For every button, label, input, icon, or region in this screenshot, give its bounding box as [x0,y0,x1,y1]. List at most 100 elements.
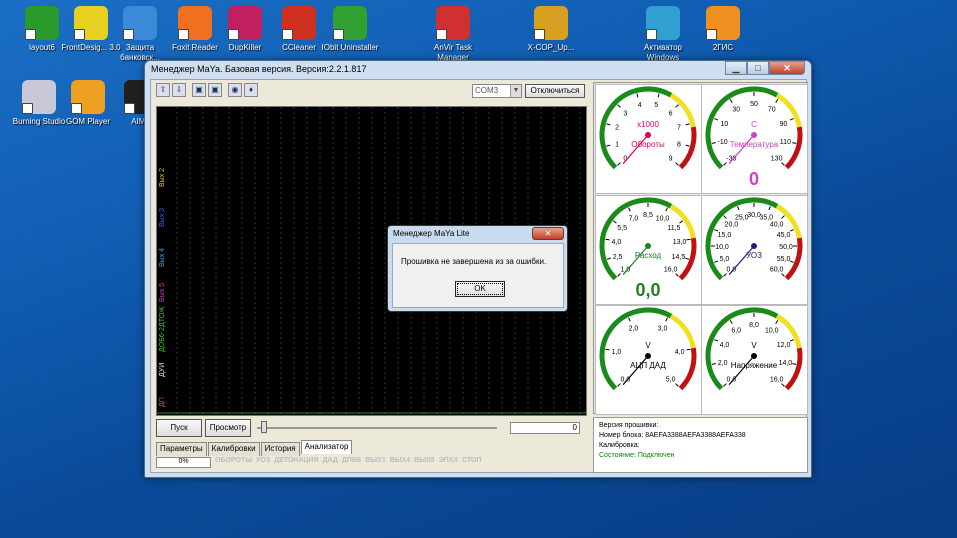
gauge-tick [711,142,716,144]
start-button[interactable]: Пуск [156,419,202,437]
gauge-tick-label: 7,0 [629,215,639,222]
status-indicator: СТОП [462,457,482,464]
gauge-arc [705,86,779,170]
channel-label: Вых 5 [159,282,166,302]
gauge-tick [737,206,740,211]
tab-2[interactable]: История [260,442,300,456]
desktop-icon[interactable]: X-COP_Up... [518,6,584,53]
gauge-tick-label: 5,0 [666,377,676,384]
maximize-button[interactable]: □ [747,61,769,75]
seek-slider[interactable] [257,427,497,429]
desktop-icon[interactable]: IObit Uninstaller [317,6,383,53]
gauge-tick-label: 7 [677,125,681,132]
gauge-tick [617,383,621,387]
gauge-tick [685,144,690,147]
gauge-tick [789,260,794,263]
app-icon [646,6,680,40]
gauge-tick [686,348,691,351]
gauge-tick [723,273,727,277]
gauge-tick-label: 5,0 [720,256,730,263]
gauge-tick-label: 8 [677,141,681,148]
error-dialog: Менеджер MaYa Lite ✕ Прошивка не заверше… [387,225,568,312]
gauge-dad: 0,0 1,0 2,0 3,0 4,0 5,0 АЦП ДАД V [595,305,702,415]
gauge-tick-label: 6,0 [731,327,741,334]
progress-bar: 0% [156,457,211,468]
save-icon[interactable]: ⇩ [172,83,186,97]
tab-3[interactable]: Анализатор [300,440,353,454]
gauge-unit: С [751,120,757,129]
gauge-flow: 1,0 2,5 4,0 5,5 7,0 8,5 10,0 11,5 13,0 14,5 16,0 Ра… [595,195,702,305]
status-indicator: ВЫХ1 [365,457,386,464]
disk-icon[interactable]: ▣ [192,83,206,97]
desktop-icon[interactable]: 2ГИС [690,6,756,53]
view-button[interactable]: Просмотр [205,419,251,437]
gauge-tick-label: 16,0 [770,377,784,384]
tab-strip: Параметры Калибровки История Анализатор [156,440,353,456]
gauge-tick [729,319,733,324]
status-bar: 0% ОБОРОТЫ УОЗ ДЕТОНАЦИЯ ДАД ДПКВ ВЫХ1 ВЫХ4 ВЫХ… [156,457,586,469]
com-port-select[interactable]: COM3 ▼ [472,84,522,98]
gauge-tick-label: 1 [615,141,619,148]
gauge-tick [685,123,690,126]
gauge-tick [775,98,779,103]
gauges-panel: 0 1 2 3 4 5 6 7 8 9 Обороты x1000 -30 -10 10 30 50 70 90 11… [593,82,808,415]
channel-label: ДУИ [159,362,166,377]
desktop-icon-label: X-COP_Up... [527,43,575,52]
gauge-tick [768,206,771,211]
channel-label: ДОБ6-2 [159,327,166,352]
chevron-down-icon[interactable]: ▼ [510,85,521,97]
gauge-tick-label: 11,5 [667,225,680,232]
gauge-tick-label: 10,0 [715,244,729,251]
block-number: Номер блока: 8AEFA3388AEFA3388AEFA338 [599,432,746,439]
app-icon [282,6,316,40]
gauge-tick [665,317,668,322]
ok-button[interactable]: OK [455,281,505,297]
dialog-close-button[interactable]: ✕ [532,227,564,240]
tab-1[interactable]: Калибровки [207,442,260,456]
globe-icon[interactable]: ◉ [228,83,242,97]
minimize-button[interactable]: ▁ [725,61,747,75]
gauge-tick-label: 130 [771,156,783,163]
gauge-tick-label: 4 [638,102,642,109]
gauge-tick [617,273,621,277]
gauge-label: Расход [635,251,662,260]
desktop-icon[interactable]: Активатор Windows [630,6,696,63]
disconnect-button[interactable]: Отключиться [525,84,585,98]
status-indicator: ДПКВ [341,457,362,464]
seek-slider-thumb[interactable] [261,421,267,433]
gauge-tick-label: 15,0 [718,232,732,239]
gauge-unit: V [751,341,757,350]
flash-icon[interactable]: ♦ [244,83,258,97]
gauge-tick [789,229,794,232]
app-icon [123,6,157,40]
channel-label: Вых 4 [159,247,166,267]
gauge-tick-label: 4,0 [720,342,730,349]
gauge-tick-label: 10 [721,121,729,128]
calibration: Калибровка: [599,442,640,449]
gauge-tick [729,98,733,103]
gauge-tick-label: 2,0 [718,360,728,367]
channel-label: ДП [159,397,166,407]
channel-label: Вых 3 [159,207,166,227]
status-indicator: ВЫХ5 [414,457,435,464]
gauge-tick-label: 5,5 [617,225,627,232]
gauge-tick [675,162,679,166]
desktop-icon[interactable]: AnVir Task Manager [420,6,486,63]
close-button[interactable]: ✕ [769,61,805,75]
gauge-label: УОЗ [746,251,762,260]
disk2-icon[interactable]: ▣ [208,83,222,97]
gauge-temp: -30 -10 10 30 50 70 90 110 130 Температура С 0 [701,84,808,194]
channel-label: ДТОЖ [159,306,166,327]
gauge-tick-label: 4,0 [612,239,622,246]
tab-0[interactable]: Параметры [156,442,207,456]
gauge-tick [714,118,719,121]
status-indicator: ЭПХХ [438,457,459,464]
open-icon[interactable]: ⇧ [156,83,170,97]
gauge-tick-label: 90 [780,121,788,128]
gauge-tick [617,162,621,166]
app-icon [22,80,56,114]
gauge-tick-label: 40,0 [770,221,784,228]
gauge-hub [751,132,757,138]
gauge-unit: V [645,341,651,350]
gauge-tick [665,207,668,212]
